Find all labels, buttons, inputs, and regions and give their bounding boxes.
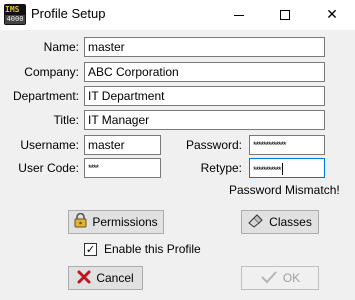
cancel-label: Cancel xyxy=(96,271,134,285)
name-field[interactable]: master xyxy=(84,37,325,57)
checkmark-icon[interactable]: ✓ xyxy=(84,242,97,256)
cancel-button[interactable]: Cancel xyxy=(68,266,143,290)
username-field[interactable]: master xyxy=(84,135,161,155)
user-code-field[interactable]: **** xyxy=(84,158,161,178)
close-icon: ✕ xyxy=(326,7,338,23)
password-mismatch-message: Password Mismatch! xyxy=(229,183,340,197)
maximize-icon xyxy=(280,10,290,20)
lock-icon xyxy=(74,212,87,231)
title-field[interactable]: IT Manager xyxy=(84,110,325,130)
company-label: Company: xyxy=(24,65,79,79)
ok-button[interactable]: OK xyxy=(241,266,319,290)
name-label: Name: xyxy=(43,40,79,54)
retype-value: *********** xyxy=(253,165,282,175)
company-field[interactable]: ABC Corporation xyxy=(84,62,325,82)
enable-profile-checkbox[interactable]: ✓ Enable this Profile xyxy=(84,242,201,256)
enable-profile-label: Enable this Profile xyxy=(104,242,201,256)
ok-label: OK xyxy=(282,271,301,285)
x-icon xyxy=(77,270,91,287)
username-label: Username: xyxy=(20,138,79,152)
classes-icon xyxy=(248,213,264,231)
title-label: Title: xyxy=(53,113,79,127)
department-label: Department: xyxy=(12,89,79,103)
retype-field[interactable]: *********** xyxy=(249,158,325,178)
classes-button[interactable]: Classes xyxy=(241,210,319,234)
minimize-icon xyxy=(234,14,244,16)
user-code-label: User Code: xyxy=(18,161,79,175)
text-caret xyxy=(281,163,283,175)
permissions-button[interactable]: Permissions xyxy=(68,210,164,234)
title-bar[interactable]: IMS 4000 Profile Setup ✕ xyxy=(0,0,355,30)
close-button[interactable]: ✕ xyxy=(309,0,355,30)
window-title: Profile Setup xyxy=(31,6,106,21)
classes-label: Classes xyxy=(269,215,312,229)
department-field[interactable]: IT Department xyxy=(84,86,325,106)
app-logo-icon: IMS 4000 xyxy=(4,4,26,25)
maximize-button[interactable] xyxy=(262,0,308,30)
minimize-button[interactable] xyxy=(216,0,262,30)
permissions-label: Permissions xyxy=(92,215,158,229)
password-field[interactable]: ************* xyxy=(249,135,325,155)
password-label: Password: xyxy=(185,138,242,152)
retype-label: Retype: xyxy=(200,161,242,175)
check-icon xyxy=(260,270,278,287)
